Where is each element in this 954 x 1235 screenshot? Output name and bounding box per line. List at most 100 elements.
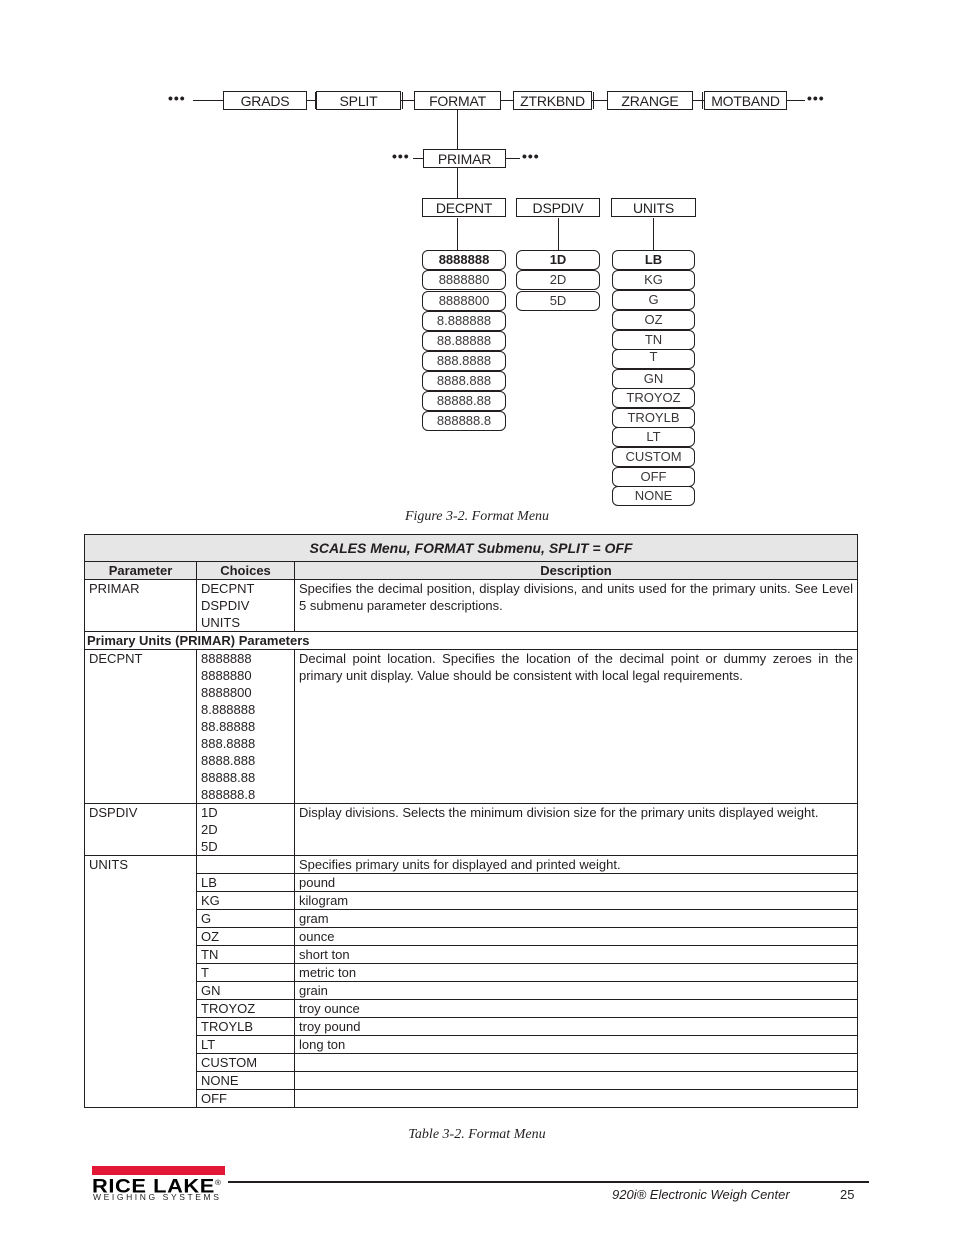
menu-ztrkbnd: ZTRKBND (513, 91, 592, 110)
unit-row: TROYOZ troy ounce (85, 999, 858, 1018)
unit-meaning (294, 1053, 858, 1072)
rice-lake-logo: RICE LAKE® WEIGHING SYSTEMS (92, 1166, 227, 1202)
table-row: PRIMAR DECPNT DSPDIV UNITS Specifies the… (84, 579, 858, 632)
units-option: TN (612, 330, 695, 350)
format-menu-table: SCALES Menu, FORMAT Submenu, SPLIT = OFF… (84, 534, 858, 1108)
connector (457, 218, 458, 250)
choices-cell: DECPNT DSPDIV UNITS (196, 579, 295, 632)
choice: 8888.888 (201, 753, 256, 768)
unit-meaning: grain (294, 981, 858, 1000)
choice: 8888800 (201, 685, 252, 700)
parameter-cell: PRIMAR (84, 579, 197, 632)
logo-red-bar (92, 1166, 225, 1175)
menu-split: SPLIT (316, 91, 401, 110)
menu-dspdiv: DSPDIV (516, 198, 600, 217)
unit-choice: TN (196, 945, 295, 964)
unit-meaning: short ton (294, 945, 858, 964)
unit-meaning (294, 1089, 858, 1108)
choice: 2D (201, 822, 218, 837)
decpnt-option: 8888800 (422, 291, 506, 311)
choice: 1D (201, 805, 218, 820)
table-title: SCALES Menu, FORMAT Submenu, SPLIT = OFF (84, 534, 858, 562)
unit-meaning: long ton (294, 1035, 858, 1054)
unit-choice: LT (196, 1035, 295, 1054)
units-option: KG (612, 270, 695, 290)
units-option: NONE (612, 486, 695, 506)
menu-units: UNITS (611, 198, 696, 217)
connector (702, 92, 703, 109)
connector (593, 92, 594, 109)
unit-meaning: pound (294, 873, 858, 892)
column-header-parameter: Parameter (84, 561, 197, 580)
connector (501, 100, 513, 101)
table-row: DECPNT 8888888 8888880 8888800 8.888888 … (84, 649, 858, 804)
unit-row: TN short ton (85, 945, 858, 964)
choice: 888.8888 (201, 736, 256, 751)
connector (193, 100, 223, 101)
decpnt-option: 8888880 (422, 270, 506, 290)
menu-zrange: ZRANGE (607, 91, 693, 110)
units-option: CUSTOM (612, 447, 695, 467)
unit-choice: GN (196, 981, 295, 1000)
menu-decpnt: DECPNT (422, 198, 506, 217)
connector (457, 110, 458, 149)
unit-choice: TROYOZ (196, 999, 295, 1018)
logo-subtitle: WEIGHING SYSTEMS (93, 1192, 222, 1202)
connector (787, 100, 805, 101)
menu-format: FORMAT (414, 91, 501, 110)
units-option: OFF (612, 467, 695, 487)
choice: DSPDIV (201, 598, 250, 613)
choice: 88.88888 (201, 719, 256, 734)
unit-choice: T (196, 963, 295, 982)
unit-choice: CUSTOM (196, 1053, 295, 1072)
unit-row: TROYLB troy pound (85, 1017, 858, 1036)
unit-row: LB pound (85, 873, 858, 892)
footer-divider (228, 1181, 869, 1183)
unit-meaning: ounce (294, 927, 858, 946)
section-label: Primary Units (PRIMAR) Parameters (84, 631, 858, 650)
table-caption: Table 3-2. Format Menu (408, 1127, 546, 1142)
unit-row: Ggram (85, 909, 858, 928)
menu-primar: PRIMAR (423, 149, 506, 168)
unit-meaning: metric ton (294, 963, 858, 982)
decpnt-option: 8888.888 (422, 371, 506, 391)
column-header-choices: Choices (196, 561, 295, 580)
units-option: GN (612, 369, 695, 389)
decpnt-option: 8888888 (422, 250, 506, 270)
unit-meaning (294, 1071, 858, 1090)
continuation-left: ••• (168, 90, 186, 106)
description-cell: Display divisions. Selects the minimum d… (294, 803, 858, 856)
unit-meaning: kilogram (294, 891, 858, 910)
unit-row: CUSTOM (85, 1053, 858, 1072)
unit-choice: TROYLB (196, 1017, 295, 1036)
table-row: DSPDIV 1D 2D 5D Display divisions. Selec… (84, 803, 858, 856)
choice: 5D (201, 839, 218, 854)
format-menu-diagram: ••• GRADS SPLIT FORMAT ZTRKBND ZRANGE MO… (0, 0, 954, 520)
continuation-left: ••• (392, 148, 410, 164)
table-row: UNITS Specifies primary units for displa… (84, 855, 858, 1108)
unit-row: OZ ounce (85, 927, 858, 946)
choice: 8888880 (201, 668, 252, 683)
connector (558, 218, 559, 250)
description-cell: Specifies the decimal position, display … (294, 579, 858, 632)
unit-row: KG kilogram (85, 891, 858, 910)
unit-row: OFF (85, 1089, 858, 1108)
connector (457, 168, 458, 198)
unit-meaning: gram (294, 909, 858, 928)
units-option: LT (612, 427, 695, 447)
connector (506, 158, 520, 159)
units-option: TROYLB (612, 408, 695, 428)
parameter-cell: DSPDIV (84, 803, 197, 856)
connector (592, 100, 607, 101)
connector (402, 92, 403, 109)
unit-meaning: troy ounce (294, 999, 858, 1018)
unit-meaning: troy pound (294, 1017, 858, 1036)
description-cell: Specifies primary units for displayed an… (294, 855, 858, 874)
decpnt-option: 88.88888 (422, 331, 506, 351)
registered-mark: ® (214, 1180, 222, 1187)
unit-row: NONE (85, 1071, 858, 1090)
choice: 8.888888 (201, 702, 256, 717)
unit-row: LT long ton (85, 1035, 858, 1054)
units-option: LB (612, 250, 695, 270)
choices-cell (196, 855, 295, 874)
